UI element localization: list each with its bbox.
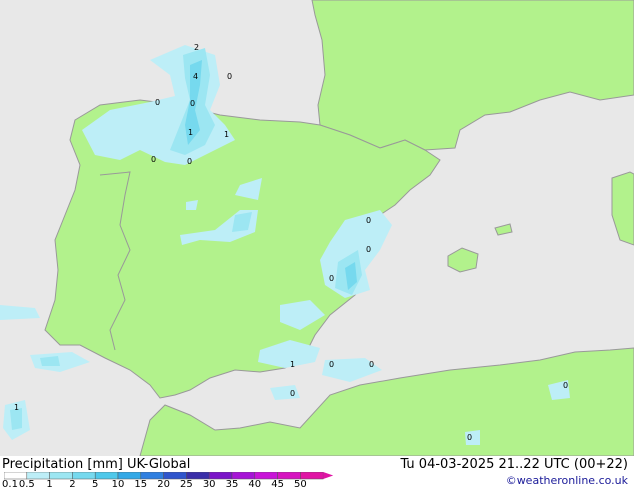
colorbar-swatch — [26, 472, 50, 480]
precip-label: 0 — [190, 99, 195, 108]
colorbar-arrow — [323, 472, 334, 479]
colorbar-tick-label: 0.5 — [18, 479, 35, 490]
colorbar-swatch — [163, 472, 187, 480]
precip-label: 0 — [366, 216, 371, 225]
colorbar-tick-label: 0.1 — [2, 479, 18, 490]
precip-label: 0 — [187, 157, 192, 166]
colorbar-tick-label: 5 — [92, 479, 99, 490]
precip-label: 0 — [467, 433, 472, 442]
colorbar-swatch — [117, 472, 142, 480]
colorbar-swatch — [208, 472, 233, 480]
weather-map-view: 2 4 0 0 0 1 1 0 0 0 0 0 1 0 0 0 0 1 0 Pr… — [0, 0, 634, 490]
precip-label: 1 — [224, 130, 229, 139]
precip-label: 0 — [329, 274, 334, 283]
colorbar-tick-label: 1 — [46, 479, 53, 490]
colorbar-tick-label: 35 — [225, 479, 239, 490]
precip-label: 0 — [563, 381, 568, 390]
colorbar-tick-label: 50 — [294, 479, 307, 490]
colorbar-swatch — [186, 472, 210, 480]
precip-label: 1 — [14, 403, 19, 412]
colorbar-swatch — [4, 472, 28, 480]
colorbar-tick-label: 2 — [69, 479, 76, 490]
colorbar-swatch — [72, 472, 96, 480]
precip-label: 0 — [155, 98, 160, 107]
precip-label: 0 — [329, 360, 334, 369]
product-title: Precipitation [mm] UK-Global — [2, 457, 191, 472]
precip-label: 0 — [366, 245, 371, 254]
precip-label: 2 — [194, 43, 199, 52]
precip-label: 1 — [188, 128, 193, 137]
colorbar-swatch — [140, 472, 164, 480]
colorbar-tick-label: 15 — [134, 479, 148, 490]
colorbar-tick-label: 20 — [157, 479, 170, 490]
colorbar-swatch — [277, 472, 301, 480]
colorbar-tick-label: 40 — [248, 479, 262, 490]
credit-link[interactable]: ©weatheronline.co.uk — [506, 474, 628, 487]
precip-label: 0 — [369, 360, 374, 369]
colorbar-swatch — [300, 472, 324, 480]
colorbar-tick-label: 45 — [271, 479, 284, 490]
precip-label: 1 — [290, 360, 295, 369]
valid-time: Tu 04-03-2025 21..22 UTC (00+22) — [400, 457, 628, 472]
colorbar-swatch — [254, 472, 278, 480]
precipitation-map: 2 4 0 0 0 1 1 0 0 0 0 0 1 0 0 0 0 1 0 — [0, 0, 634, 456]
colorbar-swatch — [231, 472, 256, 480]
colorbar-ticks: 0.1 0.5 1 2 5 10 15 20 25 30 35 40 45 50 — [0, 479, 340, 490]
colorbar-tick-label: 30 — [202, 479, 216, 490]
precip-label: 0 — [227, 72, 232, 81]
colorbar-tick-label: 25 — [180, 479, 193, 490]
precip-label: 0 — [290, 389, 295, 398]
colorbar-swatch — [94, 472, 119, 480]
colorbar-swatch — [49, 472, 73, 480]
precip-label: 4 — [193, 72, 198, 81]
colorbar-tick-label: 10 — [111, 479, 125, 490]
precip-label: 0 — [151, 155, 156, 164]
